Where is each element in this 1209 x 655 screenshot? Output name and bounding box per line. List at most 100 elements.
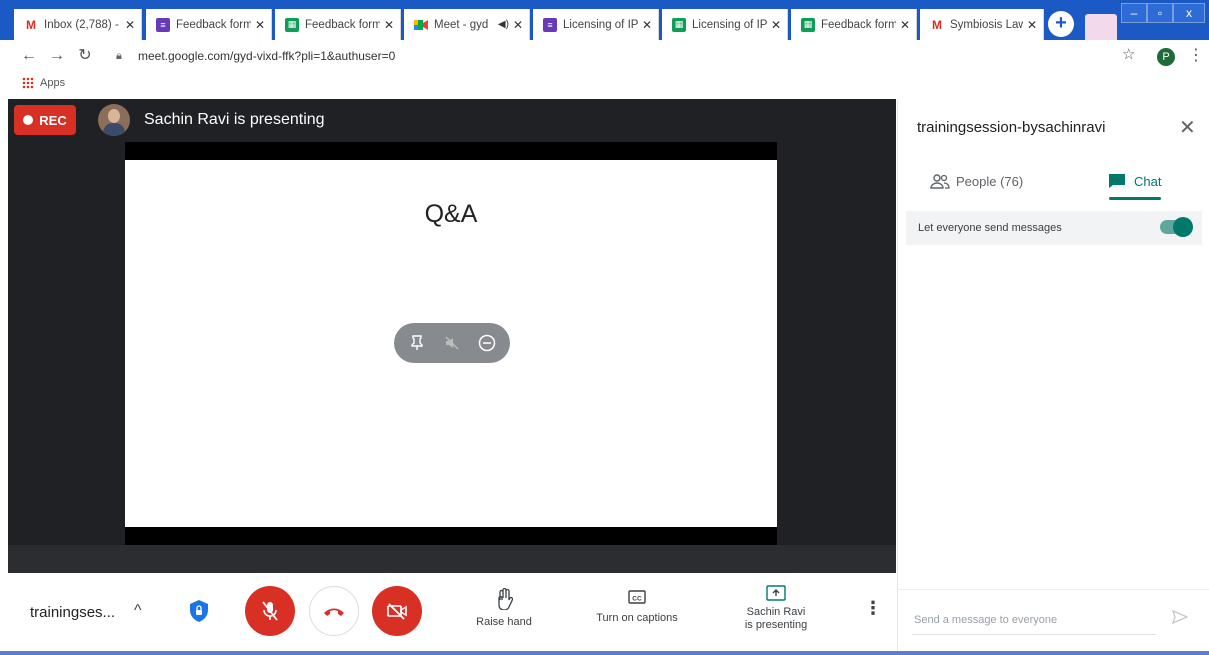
lock-icon: 🔒︎: [116, 49, 122, 62]
bookmark-star-icon[interactable]: ☆: [1122, 45, 1135, 63]
browser-tab-strip: M Inbox (2,788) - ✕ ≡ Feedback form ✕ ▦ …: [0, 0, 1209, 40]
pin-icon[interactable]: [405, 331, 429, 355]
close-icon[interactable]: ✕: [513, 18, 523, 32]
send-messages-toggle[interactable]: [1160, 217, 1193, 237]
tab-people[interactable]: People (76): [930, 163, 1023, 199]
address-bar[interactable]: 🔒︎ meet.google.com/gyd-vixd-ffk?pli=1&au…: [104, 44, 1152, 68]
video-off-icon: [387, 603, 407, 620]
tab-chat[interactable]: Chat: [1108, 163, 1161, 199]
apps-grid-icon: [22, 77, 34, 89]
host-controls-shield-icon[interactable]: [186, 598, 212, 624]
panel-title: trainingsession-bysachinravi: [917, 119, 1106, 136]
send-icon[interactable]: [1171, 609, 1189, 629]
browser-tab-inbox[interactable]: M Inbox (2,788) - ✕: [14, 9, 142, 40]
browser-toolbar: ← → ↻ 🔒︎ meet.google.com/gyd-vixd-ffk?pl…: [0, 40, 1209, 73]
profile-blob: [1085, 14, 1117, 40]
forms-icon: ≡: [543, 17, 557, 32]
filmstrip-strip: [8, 545, 896, 573]
presenting-status-line2: is presenting: [744, 619, 808, 631]
browser-tab-licensing-2[interactable]: ▦ Licensing of IP ✕: [662, 9, 788, 40]
tab-title: Feedback form: [821, 18, 896, 31]
profile-avatar[interactable]: P: [1157, 48, 1175, 66]
shared-screen: Q&A: [125, 142, 777, 545]
raise-hand-button[interactable]: Raise hand: [472, 588, 536, 629]
meet-icon: [414, 18, 428, 32]
browser-tab-licensing-1[interactable]: ≡ Licensing of IP ✕: [533, 9, 659, 40]
gmail-icon: M: [932, 17, 942, 32]
close-icon[interactable]: ✕: [255, 18, 265, 32]
recording-badge: REC: [14, 105, 76, 135]
present-now-button[interactable]: Sachin Ravi is presenting: [736, 584, 816, 632]
maximize-button[interactable]: ▫: [1147, 3, 1173, 23]
browser-menu-icon[interactable]: ⋮: [1188, 45, 1204, 65]
tab-title: Meet - gyd: [434, 18, 489, 31]
forward-arrow-icon[interactable]: →: [46, 45, 68, 67]
remove-minus-icon[interactable]: [475, 331, 499, 355]
meeting-controls-bar: trainingses... ^ Raise hand CC Turn on c…: [0, 574, 896, 651]
let-everyone-send-row: Let everyone send messages: [906, 211, 1202, 245]
mute-participant-icon[interactable]: [440, 331, 464, 355]
close-panel-icon[interactable]: ✕: [1179, 115, 1196, 140]
hang-up-icon: [324, 608, 344, 616]
captions-button[interactable]: CC Turn on captions: [588, 588, 686, 625]
message-input[interactable]: [912, 606, 1156, 635]
captions-label: Turn on captions: [596, 612, 678, 624]
apps-shortcut[interactable]: Apps: [22, 77, 65, 89]
message-compose-area: [898, 589, 1209, 652]
slide: Q&A: [125, 160, 777, 527]
new-tab-button[interactable]: +: [1048, 11, 1074, 37]
microphone-off-button[interactable]: [245, 586, 295, 636]
speaker-icon[interactable]: ◀): [498, 19, 509, 30]
sheets-icon: ▦: [285, 17, 299, 32]
camera-off-button[interactable]: [372, 586, 422, 636]
tab-title: Licensing of IP: [563, 18, 638, 31]
reload-icon[interactable]: ↻: [74, 45, 96, 67]
browser-tab-feedback-form-2[interactable]: ▦ Feedback form ✕: [275, 9, 401, 40]
browser-tab-feedback-form-1[interactable]: ≡ Feedback form ✕: [146, 9, 272, 40]
close-icon[interactable]: ✕: [1027, 18, 1037, 32]
close-icon[interactable]: ✕: [125, 18, 135, 32]
sheets-icon: ▦: [801, 17, 815, 32]
browser-tab-feedback-form-3[interactable]: ▦ Feedback form ✕: [791, 9, 917, 40]
back-arrow-icon[interactable]: ←: [18, 45, 40, 67]
slide-title: Q&A: [424, 200, 478, 228]
tile-hover-controls: [394, 323, 510, 363]
chevron-up-icon[interactable]: ^: [134, 602, 142, 620]
os-taskbar: [0, 651, 1209, 655]
presenter-avatar: [98, 104, 130, 136]
people-icon: [930, 173, 950, 189]
meeting-details-name[interactable]: trainingses...: [30, 604, 115, 621]
presentation-stage: REC Sachin Ravi is presenting Q&A: [8, 99, 896, 573]
record-dot-icon: [23, 115, 34, 125]
browser-tab-symbiosis[interactable]: M Symbiosis Law ✕: [920, 9, 1044, 40]
close-icon[interactable]: ✕: [900, 18, 910, 32]
tab-title: Inbox (2,788) -: [44, 18, 119, 31]
tab-title: Licensing of IP: [692, 18, 767, 31]
sheets-icon: ▦: [672, 17, 686, 32]
rec-label: REC: [39, 112, 67, 128]
present-screen-icon: [766, 585, 786, 601]
leave-call-button[interactable]: [309, 586, 359, 636]
tab-chat-label: Chat: [1134, 173, 1162, 189]
close-icon[interactable]: ✕: [771, 18, 781, 32]
url-text: meet.google.com/gyd-vixd-ffk?pli=1&authu…: [138, 49, 396, 63]
hand-icon: [498, 588, 513, 610]
browser-tab-meet[interactable]: Meet - gyd ◀) ✕: [404, 9, 530, 40]
mic-off-icon: [262, 601, 278, 621]
setting-label: Let everyone send messages: [918, 222, 1062, 234]
presenting-status-line1: Sachin Ravi: [746, 606, 806, 618]
tab-title: Feedback form: [176, 18, 251, 31]
svg-text:CC: CC: [632, 596, 642, 603]
forms-icon: ≡: [156, 17, 170, 32]
minimize-button[interactable]: –: [1121, 3, 1147, 23]
close-icon[interactable]: ✕: [384, 18, 394, 32]
tab-people-label: People (76): [956, 173, 1024, 189]
more-options-icon[interactable]: ⋮: [864, 598, 882, 619]
tab-title: Feedback form: [305, 18, 380, 31]
apps-label: Apps: [40, 77, 66, 89]
raise-hand-label: Raise hand: [476, 616, 532, 628]
closed-captions-icon: CC: [628, 590, 646, 604]
close-icon[interactable]: ✕: [642, 18, 652, 32]
window-close-button[interactable]: x: [1173, 3, 1205, 23]
active-tab-indicator: [1109, 197, 1161, 200]
